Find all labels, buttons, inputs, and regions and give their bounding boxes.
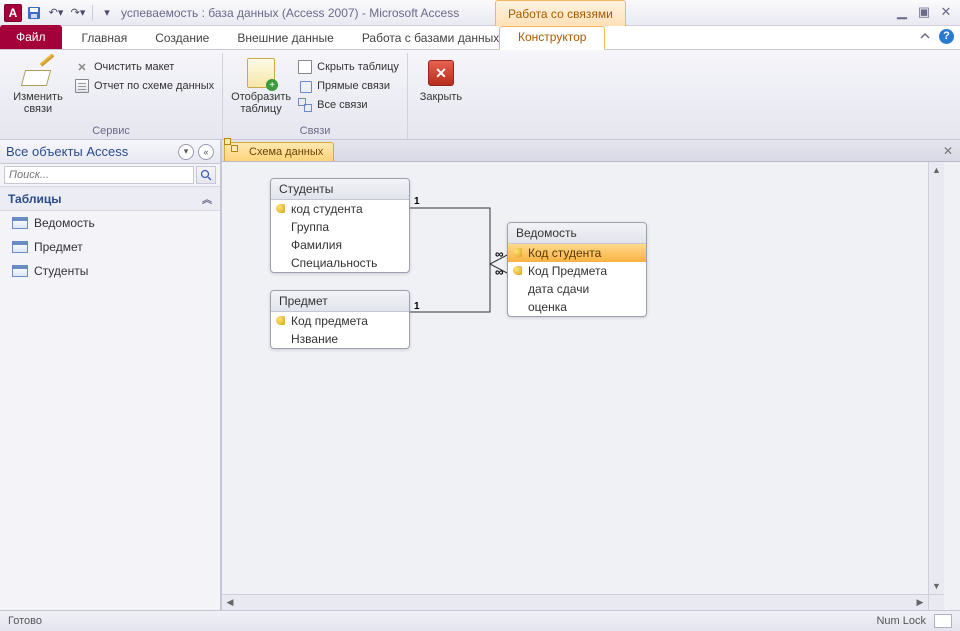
scroll-down-icon[interactable]: ▼: [929, 578, 944, 594]
table-box-students[interactable]: Студенты код студента Группа Фамилия Спе…: [270, 178, 410, 273]
scroll-right-icon[interactable]: ▶: [912, 595, 928, 610]
edit-relationships-button[interactable]: Изменить связи: [8, 55, 68, 115]
nav-pane-header[interactable]: Все объекты Access ▾ «: [0, 140, 220, 164]
all-rel-icon: [298, 98, 312, 112]
table-title: Студенты: [271, 179, 409, 200]
report-icon: [75, 79, 89, 93]
nav-collapse-icon[interactable]: «: [198, 144, 214, 160]
window-controls: ▁ ▣ ✕: [894, 4, 954, 20]
table-icon: [12, 217, 28, 229]
nav-item-predmet[interactable]: Предмет: [0, 235, 220, 259]
svg-text:∞: ∞: [495, 265, 504, 279]
horizontal-scrollbar[interactable]: ◀ ▶: [222, 594, 928, 610]
tab-home[interactable]: Главная: [68, 27, 142, 49]
context-tab-caption: Работа со связями: [495, 0, 626, 26]
table-field-selected[interactable]: Код студента: [508, 244, 646, 262]
save-icon[interactable]: [26, 5, 42, 21]
navigation-pane: Все объекты Access ▾ « Таблицы ︽ Ведомос…: [0, 140, 221, 610]
table-box-subject[interactable]: Предмет Код предмета Нзвание: [270, 290, 410, 349]
table-title: Ведомость: [508, 223, 646, 244]
quick-access-toolbar: ↶▾ ↷▾ ▾: [26, 5, 115, 21]
scroll-corner: [928, 594, 944, 610]
document-close-button[interactable]: ✕: [940, 143, 956, 159]
search-input[interactable]: [4, 166, 194, 184]
direct-relationships-button[interactable]: Прямые связи: [297, 78, 399, 94]
undo-icon[interactable]: ↶▾: [48, 5, 64, 21]
group-tools-label: Сервис: [8, 125, 214, 139]
qat-separator: [92, 5, 93, 21]
search-button[interactable]: [196, 166, 216, 184]
status-bar: Готово Num Lock: [0, 610, 960, 631]
relationship-report-button[interactable]: Отчет по схеме данных: [74, 78, 214, 94]
table-field[interactable]: Код Предмета: [508, 262, 646, 280]
qat-more-icon[interactable]: ▾: [99, 5, 115, 21]
table-field[interactable]: дата сдачи: [508, 280, 646, 298]
ribbon-minimize-icon[interactable]: [917, 28, 933, 44]
close-icon: ✕: [428, 60, 454, 86]
svg-text:1: 1: [414, 301, 420, 312]
ribbon-group-close: ✕ Закрыть: [408, 53, 474, 139]
vertical-scrollbar[interactable]: ▲ ▼: [928, 162, 944, 594]
table-field[interactable]: оценка: [508, 298, 646, 316]
nav-item-vedomost[interactable]: Ведомость: [0, 211, 220, 235]
help-icon[interactable]: ?: [939, 29, 954, 44]
redo-icon[interactable]: ↷▾: [70, 5, 86, 21]
status-ready: Готово: [8, 615, 42, 627]
minimize-button[interactable]: ▁: [894, 4, 910, 20]
magnifier-icon: [200, 169, 212, 181]
group-relationships-label: Связи: [231, 125, 399, 139]
tab-database-tools[interactable]: Работа с базами данных: [348, 27, 513, 49]
svg-text:∞: ∞: [495, 247, 504, 261]
nav-filter-icon[interactable]: ▾: [178, 144, 194, 160]
table-box-vedomost[interactable]: Ведомость Код студента Код Предмета дата…: [507, 222, 647, 317]
close-window-button[interactable]: ✕: [938, 4, 954, 20]
table-field[interactable]: код студента: [271, 200, 409, 218]
view-switch-icon[interactable]: [934, 614, 952, 628]
scroll-up-icon[interactable]: ▲: [929, 162, 944, 178]
ribbon: Изменить связи ✕ Очистить макет Отчет по…: [0, 50, 960, 140]
document-tab-schema[interactable]: Схема данных: [224, 142, 334, 161]
clear-icon: ✕: [74, 59, 90, 75]
close-button[interactable]: ✕ Закрыть: [416, 55, 466, 103]
show-table-button[interactable]: Отобразить таблицу: [231, 55, 291, 115]
direct-rel-icon: [298, 79, 312, 93]
app-badge: A: [4, 4, 22, 22]
hide-table-button[interactable]: Скрыть таблицу: [297, 59, 399, 75]
main-area: Все объекты Access ▾ « Таблицы ︽ Ведомос…: [0, 140, 960, 610]
scroll-left-icon[interactable]: ◀: [222, 595, 238, 610]
hide-table-icon: [298, 60, 312, 74]
all-relationships-button[interactable]: Все связи: [297, 97, 399, 113]
nav-search-box: [0, 164, 220, 187]
status-numlock: Num Lock: [876, 615, 926, 627]
document-area: Схема данных ✕ 1 1 ∞ ∞ Студенты код студ…: [221, 140, 960, 610]
document-tab-bar: Схема данных ✕: [222, 140, 960, 162]
clear-layout-button[interactable]: ✕ Очистить макет: [74, 59, 214, 75]
table-field[interactable]: Специальность: [271, 254, 409, 272]
pencil-icon: [23, 60, 53, 86]
table-field[interactable]: Фамилия: [271, 236, 409, 254]
tab-file[interactable]: Файл: [0, 25, 62, 49]
ribbon-group-tools: Изменить связи ✕ Очистить макет Отчет по…: [0, 53, 223, 139]
table-field[interactable]: Код предмета: [271, 312, 409, 330]
chevron-up-icon: ︽: [202, 191, 212, 206]
title-bar: A ↶▾ ↷▾ ▾ успеваемость : база данных (Ac…: [0, 0, 960, 26]
table-icon: [12, 265, 28, 277]
relationship-canvas[interactable]: 1 1 ∞ ∞ Студенты код студента Группа Фам…: [222, 162, 960, 610]
tab-external-data[interactable]: Внешние данные: [223, 27, 348, 49]
tab-designer[interactable]: Конструктор: [499, 26, 605, 50]
nav-item-studenty[interactable]: Студенты: [0, 259, 220, 283]
nav-category-tables[interactable]: Таблицы ︽: [0, 187, 220, 211]
ribbon-group-relationships: Отобразить таблицу Скрыть таблицу Прямые…: [223, 53, 408, 139]
table-title: Предмет: [271, 291, 409, 312]
tab-create[interactable]: Создание: [141, 27, 223, 49]
ribbon-tab-bar: Файл Главная Создание Внешние данные Раб…: [0, 26, 960, 50]
nav-pane-title: Все объекты Access: [6, 144, 128, 159]
table-icon: [12, 241, 28, 253]
restore-button[interactable]: ▣: [916, 4, 932, 20]
svg-text:1: 1: [414, 196, 420, 207]
table-field[interactable]: Нзвание: [271, 330, 409, 348]
ribbon-right-controls: ?: [917, 28, 954, 44]
show-table-icon: [247, 58, 275, 88]
table-field[interactable]: Группа: [271, 218, 409, 236]
